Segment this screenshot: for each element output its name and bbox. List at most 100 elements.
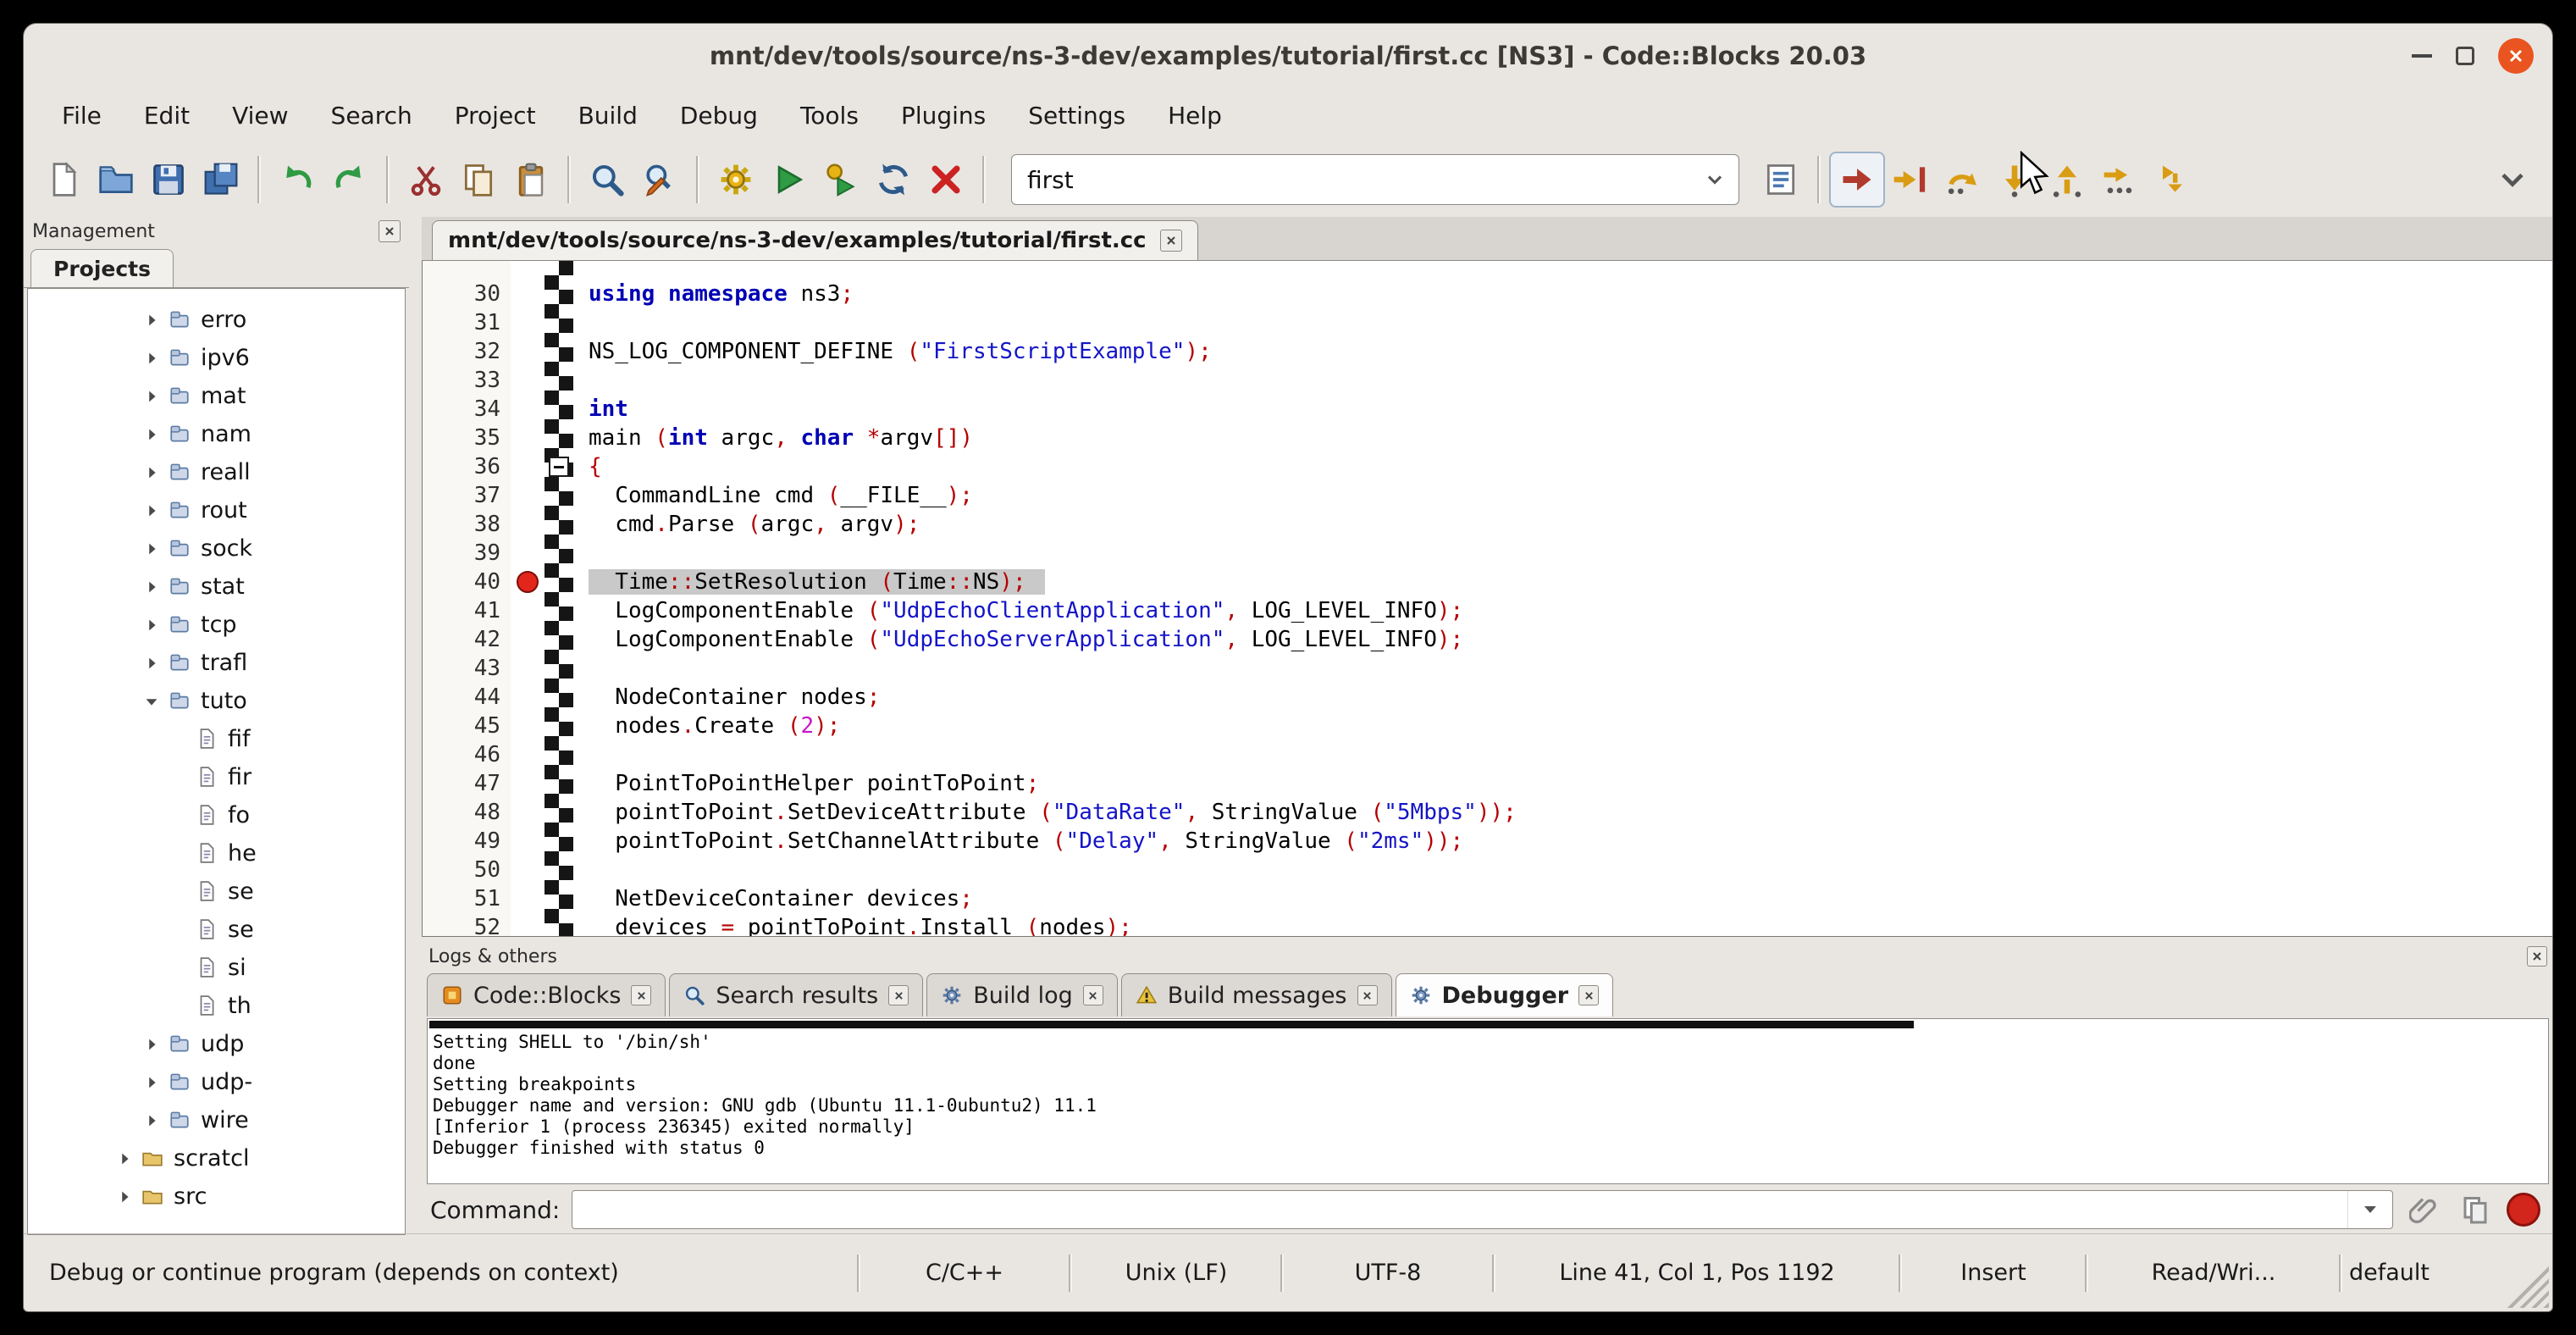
tree-item-nam[interactable]: nam — [28, 415, 405, 453]
code-line-48[interactable]: 48 pointToPoint.SetDeviceAttribute ("Dat… — [423, 798, 2553, 827]
line-number[interactable]: 44 — [423, 684, 511, 710]
menu-plugins[interactable]: Plugins — [880, 102, 1007, 130]
line-number[interactable]: 33 — [423, 368, 511, 393]
step-into-instruction-button[interactable] — [2146, 153, 2198, 206]
tree-item-src[interactable]: src — [28, 1177, 405, 1216]
chevron-right-icon[interactable] — [140, 613, 163, 637]
code-line-39[interactable]: 39 — [423, 539, 2553, 568]
tree-item-scratcl[interactable]: scratcl — [28, 1139, 405, 1177]
tab-projects[interactable]: Projects — [30, 249, 174, 287]
logs-tab-build-messages[interactable]: Build messages — [1121, 973, 1392, 1016]
rebuild-button[interactable] — [867, 153, 920, 206]
line-number[interactable]: 31 — [423, 310, 511, 335]
line-number[interactable]: 41 — [423, 598, 511, 623]
code-line-50[interactable]: 50 — [423, 856, 2553, 884]
line-number[interactable]: 42 — [423, 627, 511, 652]
code-line-52[interactable]: 52 devices = pointToPoint.Install (nodes… — [423, 913, 2553, 937]
line-number[interactable]: 35 — [423, 425, 511, 451]
menu-view[interactable]: View — [211, 102, 309, 130]
debug-continue-button[interactable] — [1831, 153, 1883, 206]
logs-tab-search-results[interactable]: Search results — [669, 973, 923, 1016]
management-close-button[interactable] — [379, 220, 401, 242]
menu-edit[interactable]: Edit — [123, 102, 211, 130]
paste-button[interactable] — [505, 153, 557, 206]
menu-tools[interactable]: Tools — [779, 102, 880, 130]
tree-item-si[interactable]: si — [28, 949, 405, 987]
line-number[interactable]: 51 — [423, 886, 511, 911]
tree-item-rout[interactable]: rout — [28, 491, 405, 529]
code-line-32[interactable]: 32NS_LOG_COMPONENT_DEFINE ("FirstScriptE… — [423, 337, 2553, 366]
abort-build-button[interactable] — [920, 153, 972, 206]
command-dropdown-button[interactable] — [2347, 1191, 2392, 1228]
code-line-31[interactable]: 31 — [423, 308, 2553, 337]
code-line-37[interactable]: 37 CommandLine cmd (__FILE__); — [423, 481, 2553, 510]
next-instruction-button[interactable] — [2093, 153, 2146, 206]
line-number[interactable]: 30 — [423, 281, 511, 307]
menu-settings[interactable]: Settings — [1007, 102, 1147, 130]
code-line-51[interactable]: 51 NetDeviceContainer devices; — [423, 884, 2553, 913]
chevron-down-icon[interactable] — [140, 690, 163, 713]
run-button[interactable] — [762, 153, 815, 206]
chevron-right-icon[interactable] — [113, 1185, 136, 1209]
chevron-right-icon[interactable] — [140, 499, 163, 523]
find-replace-button[interactable] — [633, 153, 686, 206]
open-folder-button[interactable] — [90, 153, 142, 206]
chevron-right-icon[interactable] — [140, 537, 163, 561]
code-line-45[interactable]: 45 nodes.Create (2); — [423, 712, 2553, 740]
code-line-34[interactable]: 34int — [423, 395, 2553, 424]
breakpoint-margin[interactable] — [511, 571, 544, 593]
tree-item-tuto[interactable]: tuto — [28, 682, 405, 720]
logs-tab-close-button[interactable] — [1578, 985, 1599, 1005]
build-button[interactable] — [710, 153, 762, 206]
chevron-right-icon[interactable] — [140, 308, 163, 332]
line-number[interactable]: 36 — [423, 454, 511, 479]
tree-item-fir[interactable]: fir — [28, 758, 405, 796]
debugger-log[interactable]: Setting SHELL to '/bin/sh'doneSetting br… — [427, 1018, 2549, 1184]
logs-tab-close-button[interactable] — [631, 985, 651, 1005]
menu-project[interactable]: Project — [434, 102, 557, 130]
undo-button[interactable] — [271, 153, 323, 206]
cut-button[interactable] — [400, 153, 452, 206]
line-number[interactable]: 52 — [423, 915, 511, 937]
logs-tab-code-blocks[interactable]: Code::Blocks — [427, 973, 666, 1016]
logs-tab-build-log[interactable]: Build log — [926, 973, 1118, 1016]
code-line-40[interactable]: 40 Time::SetResolution (Time::NS); — [423, 568, 2553, 596]
tree-item-ipv6[interactable]: ipv6 — [28, 339, 405, 377]
tree-item-reall[interactable]: reall — [28, 453, 405, 491]
code-editor[interactable]: 30using namespace ns3;3132NS_LOG_COMPONE… — [422, 261, 2553, 937]
code-line-44[interactable]: 44 NodeContainer nodes; — [423, 683, 2553, 712]
chevron-right-icon[interactable] — [140, 651, 163, 675]
run-to-cursor-button[interactable] — [1883, 153, 1936, 206]
menu-search[interactable]: Search — [310, 102, 434, 130]
editor-tab-first-cc[interactable]: mnt/dev/tools/source/ns-3-dev/examples/t… — [432, 220, 1198, 260]
tree-item-fif[interactable]: fif — [28, 720, 405, 758]
find-button[interactable] — [581, 153, 633, 206]
code-line-43[interactable]: 43 — [423, 654, 2553, 683]
menu-help[interactable]: Help — [1147, 102, 1243, 130]
breakpoint-icon[interactable] — [517, 571, 539, 593]
editor-tab-close-button[interactable] — [1160, 230, 1182, 252]
tree-item-sock[interactable]: sock — [28, 529, 405, 568]
titlebar[interactable]: mnt/dev/tools/source/ns-3-dev/examples/t… — [24, 24, 2552, 88]
line-number[interactable]: 48 — [423, 800, 511, 825]
logs-tab-close-button[interactable] — [1357, 985, 1378, 1005]
chevron-right-icon[interactable] — [140, 385, 163, 408]
code-line-47[interactable]: 47 PointToPointHelper pointToPoint; — [423, 769, 2553, 798]
command-input[interactable] — [572, 1190, 2393, 1229]
tree-item-wire[interactable]: wire — [28, 1101, 405, 1139]
tree-item-mat[interactable]: mat — [28, 377, 405, 415]
save-all-button[interactable] — [195, 153, 247, 206]
minimize-button[interactable] — [2412, 54, 2432, 58]
close-button[interactable] — [2498, 38, 2534, 74]
tree-item-he[interactable]: he — [28, 834, 405, 872]
copy-log-button[interactable] — [2456, 1190, 2495, 1229]
stop-debugger-button[interactable] — [2507, 1193, 2540, 1227]
line-number[interactable]: 39 — [423, 540, 511, 566]
line-number[interactable]: 45 — [423, 713, 511, 739]
tree-item-se[interactable]: se — [28, 911, 405, 949]
chevron-right-icon[interactable] — [140, 575, 163, 599]
code-line-30[interactable]: 30using namespace ns3; — [423, 280, 2553, 308]
new-file-button[interactable] — [37, 153, 90, 206]
line-number[interactable]: 38 — [423, 512, 511, 537]
tree-item-fo[interactable]: fo — [28, 796, 405, 834]
